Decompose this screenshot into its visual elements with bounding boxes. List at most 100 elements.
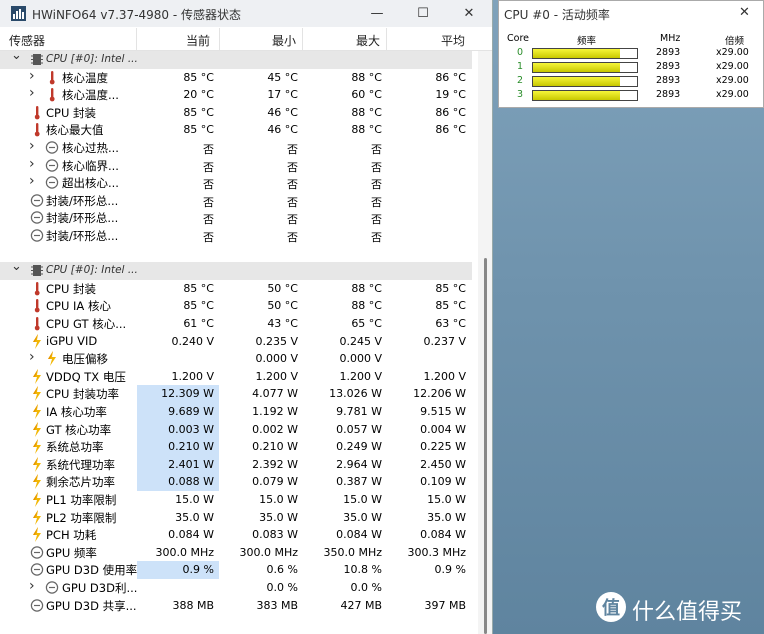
value-cur: 否: [203, 178, 214, 192]
sensor-row[interactable]: GPU 频率 300.0 MHz 300.0 MHz 350.0 MHz 300.3 M…: [0, 544, 472, 562]
column-header-avg[interactable]: 平均: [441, 32, 465, 49]
scrollbar-thumb[interactable]: [484, 258, 487, 634]
value-min: 1.192 W: [252, 405, 298, 418]
sensor-row[interactable]: PCH 功耗 0.084 W 0.083 W 0.084 W 0.084 W: [0, 526, 472, 544]
sensor-row[interactable]: CPU IA 核心 85 °C 50 °C 88 °C 85 °C: [0, 297, 472, 315]
sensor-row[interactable]: › 核心过热... 否 否 否: [0, 138, 472, 157]
value-avg: 86 °C: [435, 123, 466, 137]
sensor-group-row[interactable]: ⌄ CPU [#0]: Intel ...: [0, 51, 472, 69]
value-cur: 否: [203, 143, 214, 156]
minimize-icon: —: [370, 6, 384, 21]
sensor-row[interactable]: CPU 封装功率 12.309 W 4.077 W 13.026 W 12.206 W: [0, 385, 472, 403]
sensor-row[interactable]: PL2 功率限制 35.0 W 35.0 W 35.0 W 35.0 W: [0, 509, 472, 527]
close-icon: ✕: [463, 6, 475, 21]
sensor-row[interactable]: GPU D3D 使用率 0.9 % 0.6 % 10.8 % 0.9 %: [0, 561, 472, 579]
chevron-right-icon[interactable]: ›: [29, 138, 35, 154]
chevron-right-icon[interactable]: ›: [29, 173, 35, 189]
sensor-row[interactable]: 系统总功率 0.210 W 0.210 W 0.249 W 0.225 W: [0, 438, 472, 456]
column-header-min[interactable]: 最小: [272, 32, 296, 49]
core-row: 1 2893 x29.00: [499, 60, 763, 74]
bolt-icon: [30, 368, 44, 384]
chevron-down-icon[interactable]: ⌄: [11, 259, 22, 274]
chevron-right-icon[interactable]: ›: [29, 578, 35, 594]
core-id: 2: [517, 75, 524, 86]
value-max: 10.8 %: [343, 563, 382, 577]
value-cur: 0.084 W: [168, 528, 214, 542]
maximize-button[interactable]: ☐: [400, 0, 446, 27]
sensor-group-row[interactable]: ⌄ CPU [#0]: Intel ...: [0, 259, 472, 280]
value-avg: 12.206 W: [413, 387, 466, 401]
sensor-row[interactable]: › GPU D3D利... 0.0 % 0.0 %: [0, 578, 472, 597]
value-min: 50 °C: [267, 299, 298, 313]
sensor-row[interactable]: PL1 功率限制 15.0 W 15.0 W 15.0 W 15.0 W: [0, 491, 472, 509]
core-mhz: 2893: [656, 75, 681, 86]
bolt-icon: [30, 492, 44, 507]
window-title: HWiNFO64 v7.37-4980 - 传感器状态: [32, 8, 242, 22]
sensor-row[interactable]: IA 核心功率 9.689 W 1.192 W 9.781 W 9.515 W: [0, 403, 472, 421]
value-avg: 0.109 W: [420, 475, 466, 489]
sensor-row[interactable]: GT 核心功率 0.003 W 0.002 W 0.057 W 0.004 W: [0, 420, 472, 439]
close-icon[interactable]: ✕: [739, 5, 750, 20]
minimize-button[interactable]: —: [354, 0, 400, 27]
value-min: 50 °C: [267, 281, 298, 295]
value-avg: 35.0 W: [427, 510, 466, 524]
value-avg: 86 °C: [435, 105, 466, 119]
value-cur: 85 °C: [183, 105, 214, 119]
chevron-right-icon[interactable]: ›: [29, 68, 35, 84]
sensor-label: 封装/环形总...: [46, 193, 119, 208]
close-button[interactable]: ✕: [446, 0, 492, 27]
column-header-current[interactable]: 当前: [186, 32, 210, 49]
clock-icon: [30, 210, 44, 225]
sensor-label: 系统代理功率: [46, 457, 115, 472]
sensor-row[interactable]: CPU 封装 85 °C 46 °C 88 °C 86 °C: [0, 104, 472, 122]
thermometer-icon: [45, 70, 59, 85]
chevron-right-icon[interactable]: ›: [29, 156, 35, 172]
value-max: 否: [371, 143, 382, 156]
sensor-row[interactable]: › 核心温度... 20 °C 17 °C 60 °C 19 °C: [0, 85, 472, 104]
value-cur: 20 °C: [183, 88, 214, 102]
value-cur: 1.200 V: [171, 369, 214, 383]
value-min: 0.6 %: [266, 563, 298, 577]
sensor-row[interactable]: GPU D3D 共享... 388 MB 383 MB 427 MB 397 MB: [0, 597, 472, 615]
sensor-row[interactable]: 核心最大值 85 °C 46 °C 88 °C 86 °C: [0, 121, 472, 139]
sensor-row[interactable]: iGPU VID 0.240 V 0.235 V 0.245 V 0.237 V: [0, 333, 472, 351]
value-min: 1.200 V: [255, 369, 298, 383]
column-header-sensor[interactable]: 传感器: [9, 32, 45, 49]
sensor-row[interactable]: › 超出核心... 否 否 否: [0, 173, 472, 192]
sensor-row[interactable]: CPU 封装 85 °C 50 °C 88 °C 85 °C: [0, 280, 472, 298]
sensor-row[interactable]: › 核心临界... 否 否 否: [0, 156, 472, 175]
sensor-row[interactable]: 系统代理功率 2.401 W 2.392 W 2.964 W 2.450 W: [0, 455, 472, 474]
sensor-label: 核心温度...: [62, 88, 119, 103]
value-cur: 0.240 V: [171, 334, 214, 348]
sensor-list[interactable]: ⌄ CPU [#0]: Intel ... › 核心温度 85 °C 45 °C 88 °C…: [0, 51, 478, 634]
sensor-row[interactable]: › 电压偏移 0.000 V 0.000 V: [0, 349, 472, 368]
sensor-row[interactable]: › 核心温度 85 °C 45 °C 88 °C 86 °C: [0, 68, 472, 87]
sensor-row[interactable]: CPU GT 核心... 61 °C 43 °C 65 °C 63 °C: [0, 315, 472, 333]
sensor-row[interactable]: 封装/环形总... 否 否 否: [0, 192, 472, 210]
sensor-label: CPU IA 核心: [46, 299, 111, 314]
clock-icon: [30, 598, 44, 613]
value-avg: 15.0 W: [427, 493, 466, 506]
value-max: 0.0 %: [350, 581, 382, 594]
value-min: 否: [287, 195, 298, 209]
blank-row: [0, 245, 472, 263]
value-max: 350.0 MHz: [323, 545, 382, 559]
sensor-row[interactable]: 封装/环形总... 否 否 否: [0, 227, 472, 245]
sensor-row[interactable]: 封装/环形总... 否 否 否: [0, 209, 472, 227]
sensor-label: PCH 功耗: [46, 528, 97, 543]
value-cur: 0.210 W: [168, 440, 214, 454]
sensor-row[interactable]: VDDQ TX 电压 1.200 V 1.200 V 1.200 V 1.200 V: [0, 368, 472, 386]
frequency-bar: [532, 90, 638, 101]
title-bar[interactable]: HWiNFO64 v7.37-4980 - 传感器状态 — ☐ ✕: [0, 0, 492, 27]
thermometer-icon: [30, 122, 44, 137]
chevron-right-icon[interactable]: ›: [29, 349, 35, 365]
chevron-down-icon[interactable]: ⌄: [11, 51, 22, 63]
column-header-max[interactable]: 最大: [356, 32, 380, 49]
value-cur: 15.0 W: [175, 493, 214, 506]
value-avg: 397 MB: [424, 598, 466, 612]
bolt-icon: [30, 404, 44, 419]
sensor-row[interactable]: 剩余芯片功率 0.088 W 0.079 W 0.387 W 0.109 W: [0, 473, 472, 491]
core-header: Core: [507, 33, 529, 44]
chevron-right-icon[interactable]: ›: [29, 85, 35, 101]
value-cur: 否: [203, 195, 214, 209]
